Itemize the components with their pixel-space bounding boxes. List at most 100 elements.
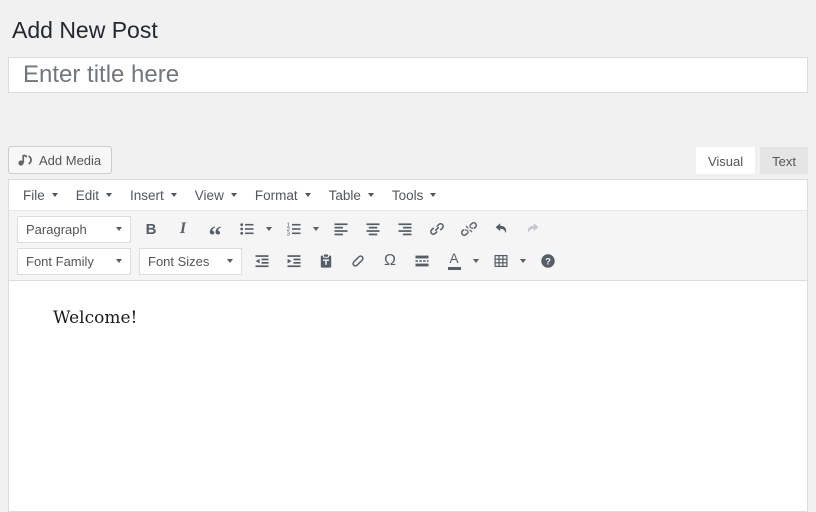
font-family-select[interactable]: Font Family	[17, 247, 131, 275]
remove-link-button[interactable]	[455, 216, 483, 242]
add-media-button[interactable]: Add Media	[8, 146, 113, 174]
menu-format[interactable]: Format	[246, 184, 320, 207]
text-color-icon: A	[447, 252, 461, 271]
table-button[interactable]	[487, 248, 515, 274]
align-right-button[interactable]	[391, 216, 419, 242]
text-color-menu-button[interactable]	[468, 248, 483, 274]
clear-formatting-button[interactable]	[344, 248, 372, 274]
add-new-post-page: Add New Post Add Media Visual Text File	[0, 0, 816, 512]
align-center-icon	[366, 223, 380, 236]
tab-text[interactable]: Text	[760, 147, 808, 174]
numbered-list-button[interactable]: 1 2 3	[280, 216, 308, 242]
chevron-down-icon	[519, 259, 526, 263]
text-color-button[interactable]: A	[440, 248, 468, 274]
font-sizes-value: Font Sizes	[148, 253, 210, 269]
editor-menubar: File Edit Insert View Format Table Tools	[9, 180, 807, 211]
menu-table[interactable]: Table	[320, 184, 383, 207]
editor-container: File Edit Insert View Format Table Tools…	[8, 179, 808, 512]
menu-view-label: View	[194, 187, 224, 203]
editor-paragraph: Welcome!	[53, 308, 138, 328]
chevron-down-icon	[230, 193, 237, 197]
unlink-icon	[461, 222, 477, 236]
bold-icon: B	[145, 220, 157, 238]
toolbar-row-2: Font Family Font Sizes Ω A ?	[13, 245, 803, 277]
font-family-value: Font Family	[26, 253, 94, 269]
chevron-down-icon	[116, 259, 122, 263]
menu-view[interactable]: View	[186, 184, 246, 207]
chevron-down-icon	[51, 193, 58, 197]
media-icon	[18, 154, 32, 166]
italic-icon: I	[179, 220, 187, 237]
numbered-list-menu-button[interactable]	[308, 216, 323, 242]
media-buttons-row: Add Media Visual Text	[8, 146, 808, 174]
menu-edit-label: Edit	[75, 187, 100, 203]
chevron-down-icon	[430, 193, 437, 197]
toolbar-row-1: Paragraph B I “ 1 2 3	[13, 213, 803, 250]
link-icon	[430, 223, 444, 235]
tab-visual[interactable]: Visual	[695, 147, 756, 174]
chevron-down-icon	[312, 227, 319, 231]
editor-mode-tabs: Visual Text	[695, 147, 808, 174]
insert-link-button[interactable]	[423, 216, 451, 242]
paragraph-format-select[interactable]: Paragraph	[17, 215, 131, 243]
add-media-label: Add Media	[39, 152, 102, 168]
menu-insert-label: Insert	[130, 187, 164, 203]
chevron-down-icon	[106, 193, 113, 197]
post-title-input[interactable]	[8, 57, 808, 93]
color-swatch-bar	[447, 267, 461, 271]
bulleted-list-menu-button[interactable]	[261, 216, 276, 242]
redo-icon	[527, 223, 539, 234]
svg-text:?: ?	[545, 256, 551, 267]
paste-text-icon	[320, 253, 332, 268]
eraser-icon	[352, 255, 364, 267]
font-sizes-select[interactable]: Font Sizes	[139, 247, 242, 275]
menu-file-label: File	[23, 187, 45, 203]
numbered-list-icon: 1 2 3	[287, 223, 301, 237]
chevron-down-icon	[265, 227, 272, 231]
blockquote-icon: “	[208, 221, 222, 250]
blockquote-button[interactable]: “	[201, 216, 229, 250]
italic-button[interactable]: I	[169, 216, 197, 242]
bold-button[interactable]: B	[137, 216, 165, 242]
menu-table-label: Table	[328, 187, 361, 203]
bulleted-list-icon	[240, 223, 254, 235]
table-icon	[494, 254, 508, 268]
svg-text:3: 3	[287, 231, 290, 237]
help-icon: ?	[541, 254, 555, 268]
align-right-icon	[398, 223, 412, 236]
chevron-down-icon	[367, 193, 374, 197]
menu-tools[interactable]: Tools	[383, 184, 446, 207]
align-left-icon	[334, 223, 348, 236]
menu-file[interactable]: File	[14, 184, 67, 207]
undo-icon	[495, 223, 507, 234]
indent-button[interactable]	[280, 248, 308, 274]
outdent-button[interactable]	[248, 248, 276, 274]
page-title: Add New Post	[12, 17, 158, 43]
menu-format-label: Format	[254, 187, 298, 203]
chevron-down-icon	[472, 259, 479, 263]
chevron-down-icon	[227, 259, 233, 263]
undo-button[interactable]	[487, 216, 515, 242]
paste-as-text-button[interactable]	[312, 248, 340, 274]
table-menu-button[interactable]	[515, 248, 530, 274]
align-left-button[interactable]	[327, 216, 355, 242]
bulleted-list-button[interactable]	[233, 216, 261, 242]
help-button[interactable]: ?	[534, 248, 562, 274]
read-more-button[interactable]	[408, 248, 436, 274]
indent-icon	[287, 255, 301, 268]
paragraph-format-value: Paragraph	[26, 221, 87, 237]
menu-insert[interactable]: Insert	[121, 184, 186, 207]
align-center-button[interactable]	[359, 216, 387, 242]
redo-button[interactable]	[519, 216, 547, 242]
menu-tools-label: Tools	[391, 187, 424, 203]
read-more-icon	[415, 255, 429, 267]
editor-toolbar: Paragraph B I “ 1 2 3 Font Family Font S…	[9, 211, 807, 281]
special-character-button[interactable]: Ω	[376, 248, 404, 274]
outdent-icon	[255, 255, 269, 268]
menu-edit[interactable]: Edit	[67, 184, 121, 207]
chevron-down-icon	[170, 193, 177, 197]
editor-content-area[interactable]: Welcome!	[9, 281, 807, 511]
chevron-down-icon	[304, 193, 311, 197]
omega-icon: Ω	[384, 252, 396, 269]
chevron-down-icon	[116, 227, 122, 231]
